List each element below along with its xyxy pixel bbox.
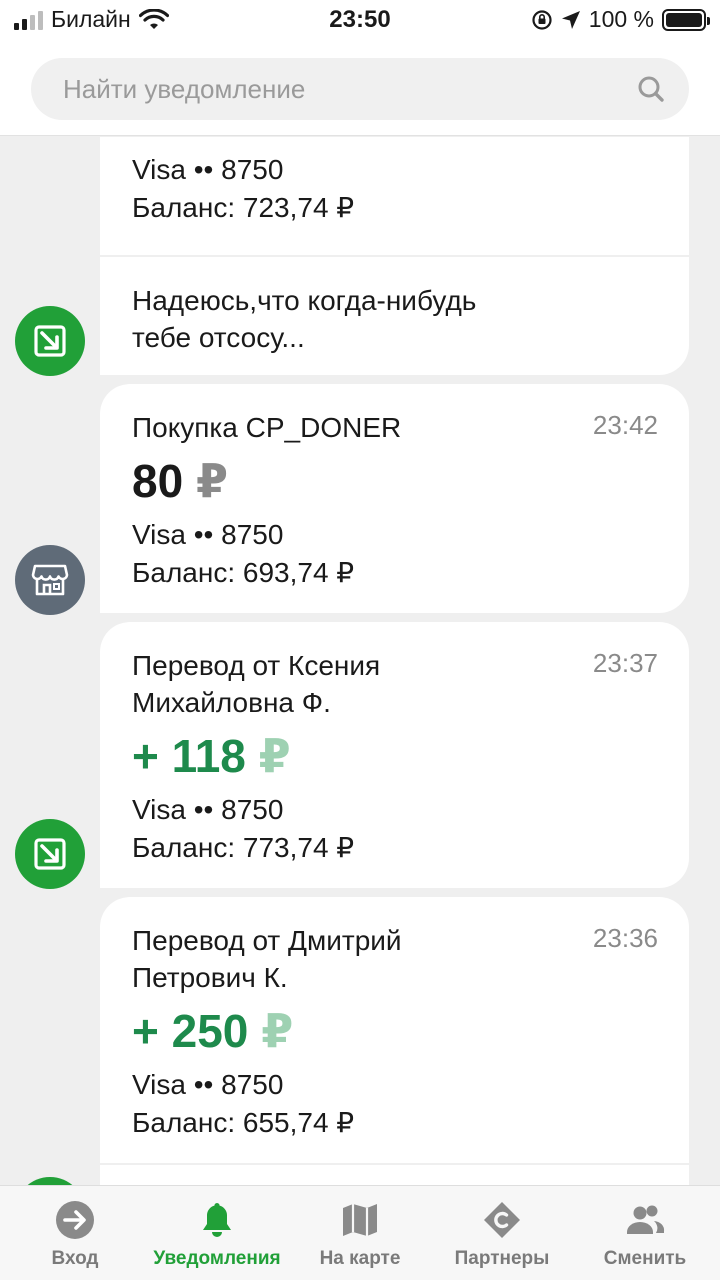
battery-icon — [662, 8, 710, 31]
tab-login[interactable]: Вход — [3, 1186, 147, 1280]
store-icon — [31, 564, 69, 596]
status-right: 100 % — [531, 6, 710, 33]
arrow-down-right-icon — [34, 325, 66, 357]
transfer-currency: ₽ — [258, 730, 291, 782]
incoming-transfer-avatar — [15, 819, 85, 889]
notification-card-purchase[interactable]: Покупка CP_DONER 23:42 80 ₽ Visa •• 8750… — [100, 384, 689, 613]
tab-partners[interactable]: Партнеры — [430, 1186, 574, 1280]
transfer-amount: + 118 ₽ — [132, 729, 291, 783]
orientation-lock-icon — [532, 9, 552, 30]
transfer-title-line-2: Михайловна Ф. — [132, 687, 331, 718]
merchant-avatar — [15, 545, 85, 615]
location-arrow-icon — [561, 10, 580, 29]
message-line-1: Надеюсь,что когда-нибудь — [132, 285, 477, 316]
login-arrow-icon — [56, 1201, 94, 1239]
balance-text: Баланс: 655,74 ₽ — [132, 1107, 355, 1138]
notification-card-transfer-1[interactable]: Перевод от Ксения Михайловна Ф. 23:37 + … — [100, 622, 689, 888]
notification-card-partial[interactable]: Visa •• 8750 Баланс: 723,74 ₽ — [100, 137, 689, 255]
status-bar: Билайн 23:50 100 % — [0, 0, 720, 40]
users-icon — [627, 1205, 665, 1234]
transfer-currency: ₽ — [261, 1005, 294, 1057]
transfer-title-line-1: Перевод от Дмитрий — [132, 925, 402, 956]
transfer-amount: + 250 ₽ — [132, 1004, 293, 1058]
purchase-currency: ₽ — [195, 455, 228, 507]
card-number: Visa •• 8750 — [132, 154, 284, 185]
notification-card-message[interactable]: Надеюсь,что когда-нибудь тебе отсосу... — [100, 257, 689, 375]
incoming-transfer-avatar — [15, 1177, 85, 1185]
battery-percent: 100 % — [588, 6, 654, 32]
transfer-time: 23:36 — [592, 923, 658, 953]
tab-notifications[interactable]: Уведомления — [145, 1186, 289, 1280]
map-icon — [343, 1204, 377, 1236]
card-number: Visa •• 8750 — [132, 1069, 284, 1100]
message-line-2: тебе отсосу... — [132, 322, 305, 353]
tab-bar: Вход Уведомления На карте Партнеры Смени… — [0, 1185, 720, 1280]
tab-label: Вход — [51, 1248, 99, 1269]
search-input[interactable]: Найти уведомление — [31, 58, 689, 120]
balance-text: Баланс: 693,74 ₽ — [132, 557, 355, 588]
tab-label: Уведомления — [153, 1248, 281, 1269]
tab-label: Партнеры — [454, 1248, 550, 1269]
tab-map[interactable]: На карте — [288, 1186, 432, 1280]
transfer-title-line-1: Перевод от Ксения — [132, 650, 381, 681]
arrow-down-right-icon — [34, 838, 66, 870]
card-number: Visa •• 8750 — [132, 519, 284, 550]
tab-label: Сменить — [603, 1248, 687, 1269]
tab-switch-user[interactable]: Сменить — [573, 1186, 717, 1280]
incoming-transfer-avatar — [15, 306, 85, 376]
balance-text: Баланс: 723,74 ₽ — [132, 192, 355, 223]
transfer-amount-value: + 118 — [132, 730, 246, 782]
partners-icon — [484, 1202, 520, 1238]
search-placeholder: Найти уведомление — [63, 73, 306, 104]
balance-text: Баланс: 773,74 ₽ — [132, 832, 355, 863]
notification-card-transfer-2[interactable]: Перевод от Дмитрий Петрович К. 23:36 + 2… — [100, 897, 689, 1163]
transfer-amount-value: + 250 — [132, 1005, 249, 1057]
bell-icon — [203, 1203, 231, 1237]
search-header: Найти уведомление — [0, 40, 720, 136]
transfer-title-line-2: Петрович К. — [132, 962, 288, 993]
purchase-amount: 80 ₽ — [132, 454, 228, 508]
notification-card-next[interactable] — [100, 1165, 689, 1185]
tab-label: На карте — [319, 1248, 401, 1269]
notification-feed[interactable]: Visa •• 8750 Баланс: 723,74 ₽ Надеюсь,чт… — [0, 137, 720, 1185]
purchase-time: 23:42 — [592, 410, 658, 440]
purchase-title: Покупка CP_DONER — [132, 412, 402, 443]
search-icon[interactable] — [637, 75, 665, 103]
transfer-time: 23:37 — [592, 648, 658, 678]
card-number: Visa •• 8750 — [132, 794, 284, 825]
purchase-amount-value: 80 — [132, 455, 184, 507]
